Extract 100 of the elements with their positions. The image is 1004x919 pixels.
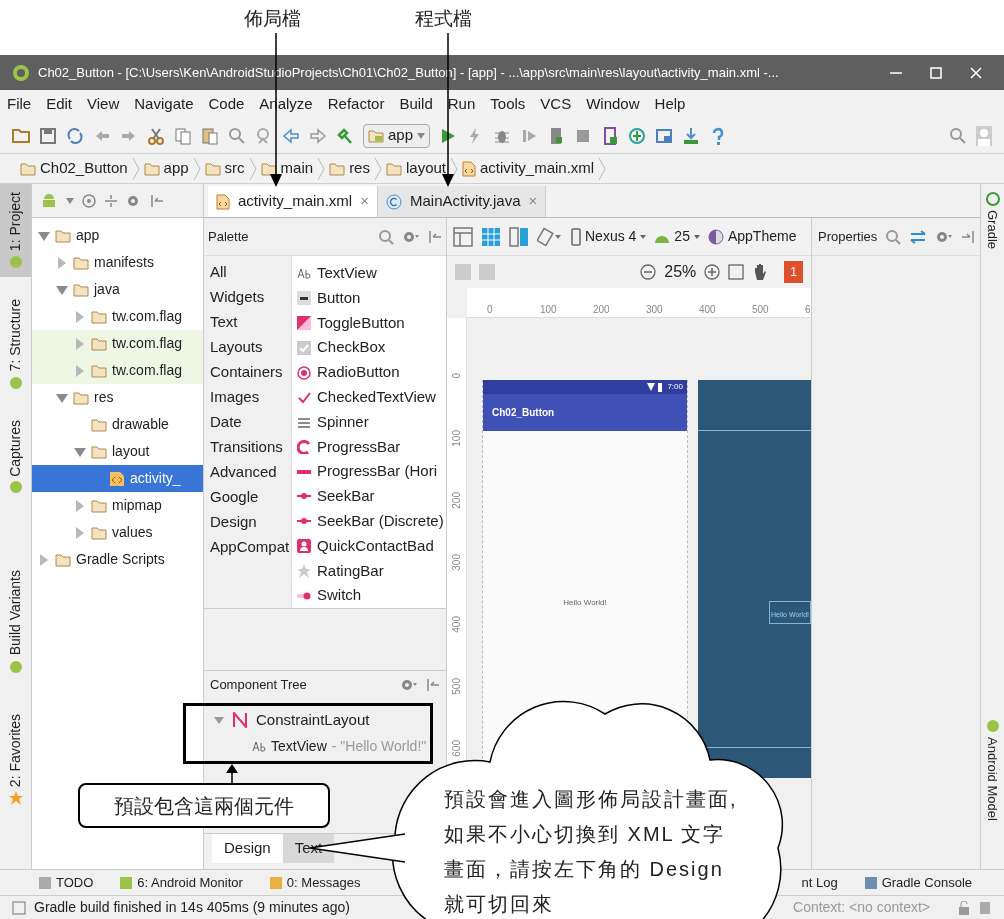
api-level-dropdown[interactable]: 25: [654, 226, 700, 247]
theme-dropdown[interactable]: AppTheme: [707, 226, 797, 247]
collapsed-arrow-icon[interactable]: [74, 364, 86, 377]
menu-item[interactable]: File: [4, 92, 35, 116]
project-structure-icon[interactable]: [655, 126, 674, 145]
palette-category[interactable]: All: [204, 261, 291, 286]
expanded-arrow-icon[interactable]: [74, 445, 86, 458]
cut-icon[interactable]: [147, 126, 165, 145]
palette-item[interactable]: Button: [292, 285, 446, 311]
copy-icon[interactable]: [174, 126, 192, 145]
collapse-icon[interactable]: [104, 193, 118, 208]
collapsed-arrow-icon[interactable]: [74, 526, 86, 539]
palette-item[interactable]: QuickContactBad: [292, 533, 446, 559]
swap-arrows-icon[interactable]: [909, 229, 928, 244]
tool-window-button[interactable]: 6: Android Monitor: [119, 872, 243, 893]
download-icon[interactable]: [682, 126, 701, 145]
panel-toggle-icon[interactable]: [12, 900, 26, 915]
collapsed-arrow-icon[interactable]: [74, 337, 86, 350]
palette-item[interactable]: Switch: [292, 583, 446, 608]
editor-tab[interactable]: activity_main.xml ×: [208, 186, 378, 217]
tool-window-button[interactable]: Gradle Console: [863, 872, 972, 893]
palette-category[interactable]: Layouts: [204, 336, 291, 361]
tree-item[interactable]: tw.com.flag: [32, 303, 203, 330]
palette-category[interactable]: Google: [204, 486, 291, 511]
palette-item[interactable]: CheckBox: [292, 335, 446, 361]
editor-tab[interactable]: MainActivity.java ×: [377, 186, 547, 217]
palette-category[interactable]: Containers: [204, 361, 291, 386]
menu-item[interactable]: Tools: [487, 92, 529, 116]
blueprint-view-icon[interactable]: [481, 226, 501, 247]
fit-screen-icon[interactable]: [728, 264, 745, 280]
tool-window-tab[interactable]: 1: Project: [0, 184, 31, 278]
tree-item[interactable]: drawable: [32, 411, 203, 438]
collapsed-arrow-icon[interactable]: [74, 499, 86, 512]
tree-item[interactable]: values: [32, 519, 203, 546]
tree-item[interactable]: java: [32, 276, 203, 303]
expanded-arrow-icon[interactable]: [56, 283, 68, 296]
run-configuration-dropdown[interactable]: app: [363, 123, 431, 148]
menu-item[interactable]: Navigate: [131, 92, 197, 116]
breadcrumb-item[interactable]: app: [139, 157, 193, 180]
palette-category[interactable]: Widgets: [204, 286, 291, 311]
hide-panel-icon[interactable]: [426, 677, 440, 692]
forward-arrow-icon[interactable]: [309, 126, 327, 145]
menu-item[interactable]: Code: [205, 92, 248, 116]
palette-item[interactable]: CheckedTextView: [292, 384, 446, 410]
menu-item[interactable]: View: [84, 92, 123, 116]
hammer-icon[interactable]: [336, 126, 354, 145]
palette-category[interactable]: Transitions: [204, 436, 291, 461]
palette-category[interactable]: Text: [204, 311, 291, 336]
paste-icon[interactable]: [201, 126, 219, 145]
tool-window-tab[interactable]: Build Variants: [0, 562, 31, 682]
tool-window-tab[interactable]: 7: Structure: [0, 291, 31, 398]
breadcrumb-item[interactable]: src: [200, 157, 249, 180]
expanded-arrow-icon[interactable]: [56, 391, 68, 404]
menu-item[interactable]: Edit: [43, 92, 76, 116]
search-icon[interactable]: [228, 126, 246, 145]
breadcrumb-item[interactable]: main: [256, 157, 318, 180]
palette-item[interactable]: RadioButton: [292, 360, 446, 385]
target-icon[interactable]: [82, 193, 96, 208]
zoom-out-icon[interactable]: [640, 264, 657, 280]
maximize-icon[interactable]: [930, 66, 942, 79]
sync-icon[interactable]: [66, 126, 84, 145]
back-arrow-icon[interactable]: [282, 126, 300, 145]
tool-window-button[interactable]: TODO: [38, 872, 94, 893]
tree-item[interactable]: res: [32, 384, 203, 411]
pan-hand-icon[interactable]: [752, 263, 769, 281]
close-tab-button[interactable]: ×: [360, 190, 369, 213]
tree-item[interactable]: Gradle Scripts: [32, 546, 203, 573]
sdk-manager-icon[interactable]: [628, 126, 647, 145]
tree-item[interactable]: manifests: [32, 249, 203, 276]
tool-window-button[interactable]: nt Log: [801, 872, 838, 893]
breadcrumb-item[interactable]: layout: [381, 157, 450, 180]
tree-item[interactable]: layout: [32, 438, 203, 465]
tree-item[interactable]: tw.com.flag: [32, 330, 203, 357]
breadcrumb-item[interactable]: activity_main.xml: [458, 157, 599, 180]
palette-item[interactable]: ProgressBar: [292, 434, 446, 460]
design-view-icon[interactable]: [453, 226, 473, 247]
palette-category[interactable]: Date: [204, 411, 291, 436]
hide-panel-icon[interactable]: [150, 193, 164, 208]
user-icon[interactable]: [976, 125, 992, 146]
tool-window-tab[interactable]: Captures: [0, 411, 31, 503]
palette-category[interactable]: Advanced: [204, 461, 291, 486]
menu-item[interactable]: Build: [396, 92, 436, 116]
menu-item[interactable]: Refactor: [324, 92, 388, 116]
avd-manager-icon[interactable]: [601, 126, 620, 145]
hide-panel-icon[interactable]: [961, 229, 976, 244]
collapsed-arrow-icon[interactable]: [38, 553, 50, 566]
rotate-icon[interactable]: [537, 226, 563, 247]
palette-item[interactable]: SeekBar (Discrete): [292, 508, 446, 534]
palette-item[interactable]: SeekBar: [292, 484, 446, 509]
breadcrumb-item[interactable]: res: [325, 157, 374, 180]
palette-item[interactable]: ProgressBar (Hori: [292, 459, 446, 485]
save-icon[interactable]: [39, 126, 57, 145]
expanded-arrow-icon[interactable]: [214, 715, 224, 725]
tool-window-tab[interactable]: Gradle: [982, 192, 1003, 250]
collapsed-arrow-icon[interactable]: [74, 310, 86, 323]
palette-category[interactable]: Design: [204, 511, 291, 536]
collapsed-arrow-icon[interactable]: [56, 256, 68, 269]
palette-category[interactable]: AppCompat: [204, 536, 291, 561]
palette-item[interactable]: ToggleButton: [292, 310, 446, 336]
close-icon[interactable]: [970, 66, 982, 79]
